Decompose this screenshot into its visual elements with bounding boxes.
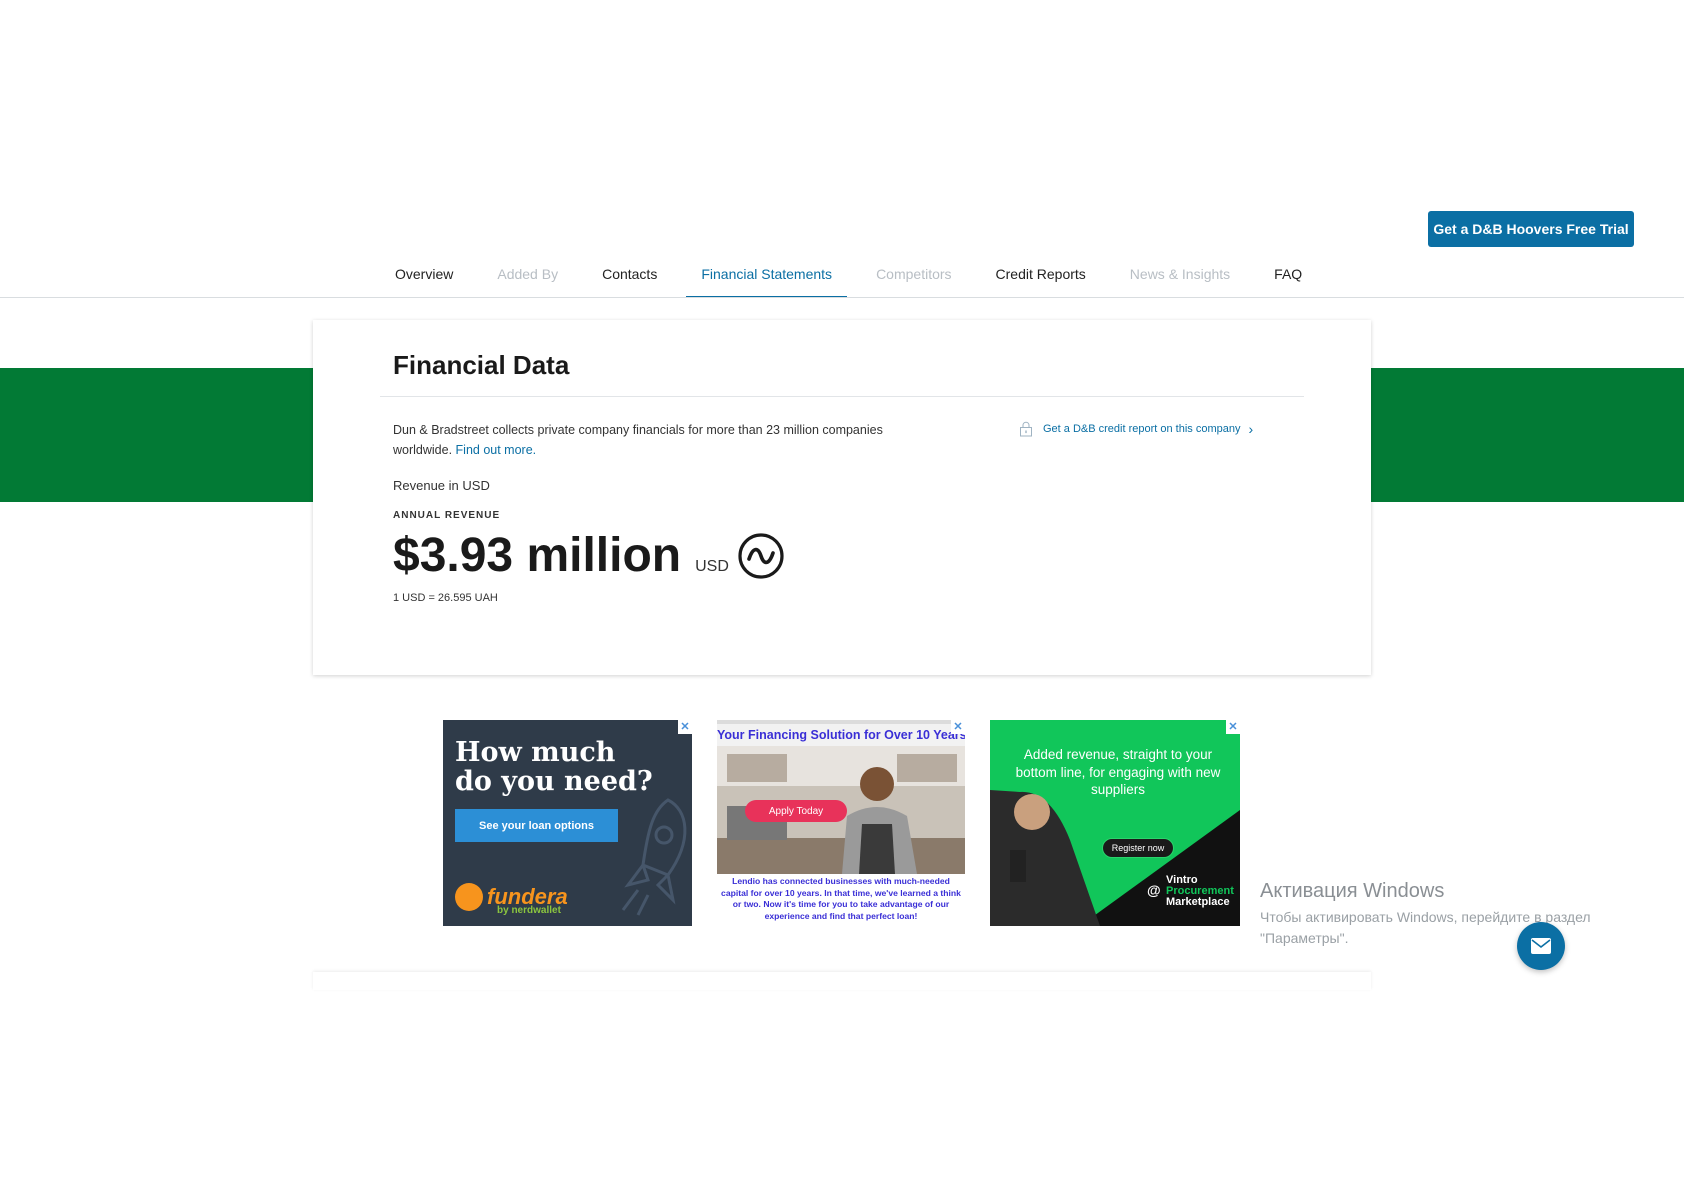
revenue-label: Revenue in USD xyxy=(393,478,490,493)
card-divider xyxy=(380,396,1304,397)
revenue-row: $3.93 million USD xyxy=(393,526,785,586)
approximately-icon[interactable] xyxy=(737,532,785,580)
windows-activation-watermark: Активация Windows Чтобы активировать Win… xyxy=(1260,880,1640,949)
ad-fundera-brand-sub: by nerdwallet xyxy=(497,905,561,916)
tabs-divider xyxy=(0,297,1684,298)
free-trial-button[interactable]: Get a D&B Hoovers Free Trial xyxy=(1428,211,1634,247)
tab-added-by[interactable]: Added By xyxy=(482,260,573,298)
ad-close-icon[interactable]: ✕ xyxy=(1226,720,1240,734)
ad-vintro-button[interactable]: Register now xyxy=(1102,838,1174,858)
ad-fundera-logo: fundera by nerdwallet xyxy=(455,883,568,916)
financial-data-card: Financial Data Dun & Bradstreet collects… xyxy=(313,320,1371,675)
tab-financial-statements[interactable]: Financial Statements xyxy=(686,260,848,298)
mail-icon xyxy=(1531,938,1551,954)
tab-faq[interactable]: FAQ xyxy=(1259,260,1317,298)
fundera-logo-icon xyxy=(455,883,483,911)
ad-vintro-brand-line3: Marketplace xyxy=(1166,896,1230,908)
at-icon: @ xyxy=(1147,882,1161,898)
lock-icon xyxy=(1020,421,1032,437)
ad-close-icon[interactable]: ✕ xyxy=(678,720,692,734)
ad-vintro-headline: Added revenue, straight to your bottom l… xyxy=(1015,747,1221,797)
tab-overview[interactable]: Overview xyxy=(380,260,468,298)
watermark-subtitle: Чтобы активировать Windows, перейдите в … xyxy=(1260,909,1591,946)
section-tabs: Overview Added By Contacts Financial Sta… xyxy=(380,260,1331,298)
rocket-icon xyxy=(621,798,687,916)
next-card-edge xyxy=(313,972,1371,990)
page: Get a D&B Hoovers Free Trial Overview Ad… xyxy=(0,0,1684,1190)
tab-competitors[interactable]: Competitors xyxy=(861,260,966,298)
card-title: Financial Data xyxy=(393,350,570,380)
ad-lendio-headline: Your Financing Solution for Over 10 Year… xyxy=(717,724,965,746)
ad-fundera[interactable]: ✕ How much do you need? See your loan op… xyxy=(443,720,692,926)
ad-fundera-button[interactable]: See your loan options xyxy=(455,809,618,842)
ad-vintro[interactable]: ✕ Added revenue, straight to your bottom… xyxy=(990,720,1240,926)
revenue-currency: USD xyxy=(695,558,729,575)
ad-lendio-body: Lendio has connected businesses with muc… xyxy=(717,874,965,926)
ad-lendio[interactable]: Your Financing Solution for Over 10 Year… xyxy=(717,720,965,926)
watermark-title: Активация Windows xyxy=(1260,880,1445,902)
ad-fundera-headline: How much do you need? xyxy=(455,737,653,797)
ad-lendio-button[interactable]: Apply Today xyxy=(745,800,847,822)
tab-news-insights[interactable]: News & Insights xyxy=(1115,260,1245,298)
exchange-rate: 1 USD = 26.595 UAH xyxy=(393,592,498,604)
ad-close-icon[interactable]: ✕ xyxy=(951,720,965,734)
annual-revenue-label: ANNUAL REVENUE xyxy=(393,510,501,521)
credit-report-link[interactable]: Get a D&B credit report on this company … xyxy=(1019,421,1253,437)
financial-description: Dun & Bradstreet collects private compan… xyxy=(393,420,893,460)
revenue-amount: $3.93 million xyxy=(393,529,682,582)
chat-button[interactable] xyxy=(1517,922,1565,970)
credit-link-label: Get a D&B credit report on this company xyxy=(1043,423,1241,435)
tab-credit-reports[interactable]: Credit Reports xyxy=(981,260,1101,298)
chevron-right-icon: › xyxy=(1248,421,1254,437)
tab-contacts[interactable]: Contacts xyxy=(587,260,672,298)
ad-vintro-brand: Vintro Procurement Marketplace xyxy=(1166,875,1234,908)
find-out-more-link[interactable]: Find out more. xyxy=(456,443,537,457)
